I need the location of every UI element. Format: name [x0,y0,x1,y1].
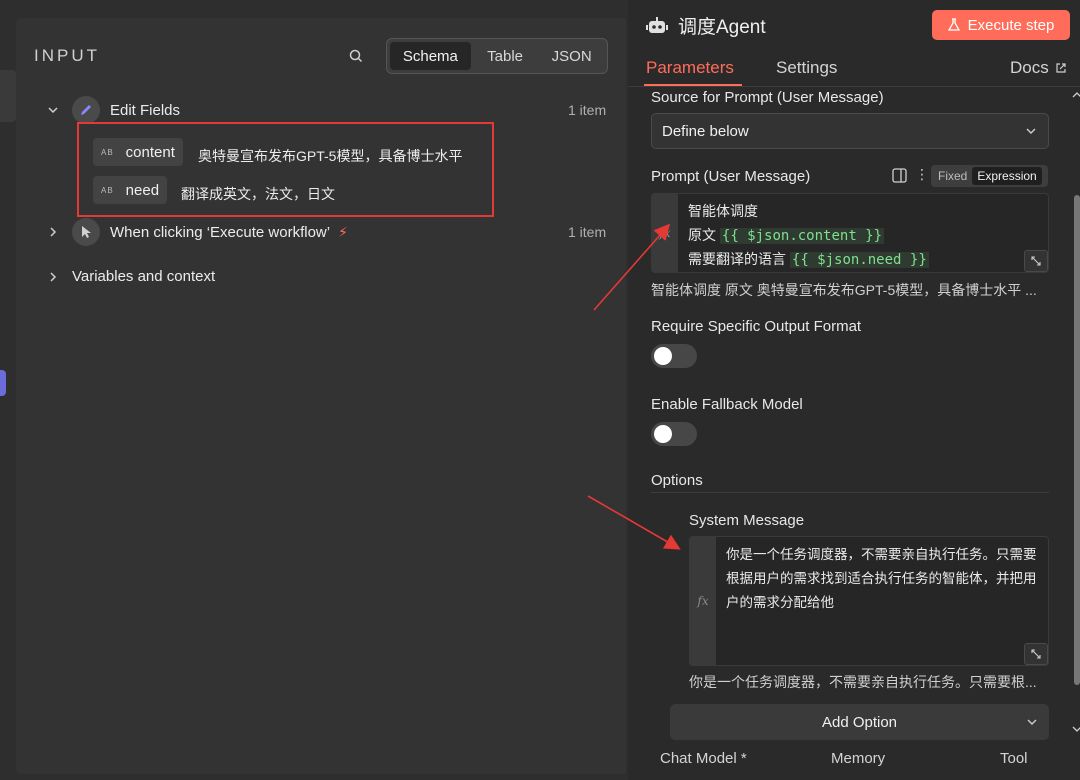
chevron-right-icon[interactable] [46,270,60,284]
system-message-editor[interactable]: fx 你是一个任务调度器，不需要亲自执行任务。只需要根据用户的需求找到适合执行任… [689,536,1049,666]
pencil-icon [72,96,100,124]
item-count: 1 item [568,102,607,118]
tree-node-edit-fields[interactable]: Edit Fields [46,96,180,124]
fallback-toggle[interactable] [651,422,697,446]
tab-json[interactable]: JSON [539,42,604,70]
annotation-highlight-box [77,122,494,217]
tree-node-label: Edit Fields [110,101,181,119]
source-select[interactable]: Define below [651,113,1049,149]
robot-icon [646,16,668,33]
expression-variable: {{ $json.need }} [789,252,929,268]
external-link-icon [1056,63,1066,73]
chevron-down-icon [1027,719,1037,725]
scroll-down-arrow[interactable] [1072,724,1080,734]
system-message-label: System Message [689,512,805,529]
bolt-icon: ⚡ [338,223,348,240]
add-option-button[interactable]: Add Option [670,704,1049,740]
node-title: 调度Agent [646,12,766,39]
docs-link[interactable]: Docs [1010,58,1067,78]
add-option-label: Add Option [821,713,898,731]
item-count: 1 item [568,224,607,240]
input-panel-title: INPUT [34,46,100,65]
expand-editor-button[interactable] [1024,250,1048,272]
fx-icon: fx [690,537,716,665]
canvas-edge-tab[interactable] [0,70,16,122]
require-format-toggle[interactable] [651,344,697,368]
options-heading: Options [651,472,703,489]
connector-memory[interactable]: Memory [831,750,885,767]
mode-fixed[interactable]: Fixed [933,167,972,185]
execute-step-button[interactable]: Execute step [932,10,1070,40]
prompt-label: Prompt (User Message) [651,168,811,185]
tab-table[interactable]: Table [473,42,538,70]
tab-settings[interactable]: Settings [776,58,837,78]
expand-editor-button[interactable] [1024,643,1048,665]
tree-node-manual-trigger[interactable]: When clicking ‘Execute workflow’ ⚡ [46,218,348,246]
node-name: 调度Agent [678,17,766,38]
execute-step-label: Execute step [967,16,1055,34]
prompt-line: 原文 {{ $json.content }} [688,227,885,244]
tabs-divider [628,86,1080,87]
chevron-down-icon [1026,128,1036,134]
chevron-right-icon[interactable] [46,225,60,239]
search-icon[interactable] [348,48,364,64]
mode-expression[interactable]: Expression [972,167,1042,185]
require-format-label: Require Specific Output Format [651,318,862,335]
tree-node-label: When clicking ‘Execute workflow’ [110,223,331,241]
flask-icon [947,18,960,31]
scroll-up-arrow[interactable] [1072,90,1080,100]
tree-node-label: Variables and context [72,268,216,285]
connector-tool[interactable]: Tool [1000,750,1028,767]
toggle-knob [654,347,672,365]
more-options-icon[interactable]: ⋮ [915,166,929,183]
system-message-preview: 你是一个任务调度器，不需要亲自执行任务。只需要根... [689,674,1037,690]
panel-drag-handle[interactable] [0,370,6,396]
fixed-expression-toggle: Fixed Expression [931,165,1048,187]
source-label: Source for Prompt (User Message) [651,89,884,106]
fx-icon: fx [652,194,678,272]
docs-label: Docs [1010,58,1049,77]
prompt-expression-editor[interactable]: fx 智能体调度 原文 {{ $json.content }} 需要翻译的语言 … [651,193,1049,273]
expression-variable: {{ $json.content }} [719,228,885,244]
input-panel: INPUT Schema Table JSON Edit Fields 1 it… [16,18,626,774]
view-mode-switch: Schema Table JSON [386,38,608,74]
cursor-icon [72,218,100,246]
connector-chat-model[interactable]: Chat Model * [660,750,747,767]
prompt-preview: 智能体调度 原文 奥特曼宣布发布GPT-5模型，具备博士水平 ... [651,282,1037,298]
prompt-line: 智能体调度 [688,203,758,219]
scrollbar-thumb[interactable] [1074,195,1080,685]
system-message-text: 你是一个任务调度器，不需要亲自执行任务。只需要根据用户的需求找到适合执行任务的智… [726,547,1037,611]
chevron-down-icon[interactable] [46,103,60,117]
options-divider [651,492,1049,493]
prompt-line: 需要翻译的语言 {{ $json.need }} [688,251,929,268]
toggle-knob [654,425,672,443]
source-value: Define below [662,122,749,140]
side-panel-icon[interactable] [892,168,907,183]
tab-schema[interactable]: Schema [390,42,471,70]
tab-parameters[interactable]: Parameters [646,58,734,78]
tree-node-variables[interactable]: Variables and context [46,268,215,285]
node-parameters-panel: 调度Agent Execute step Parameters Settings… [628,0,1080,780]
fallback-label: Enable Fallback Model [651,396,803,413]
